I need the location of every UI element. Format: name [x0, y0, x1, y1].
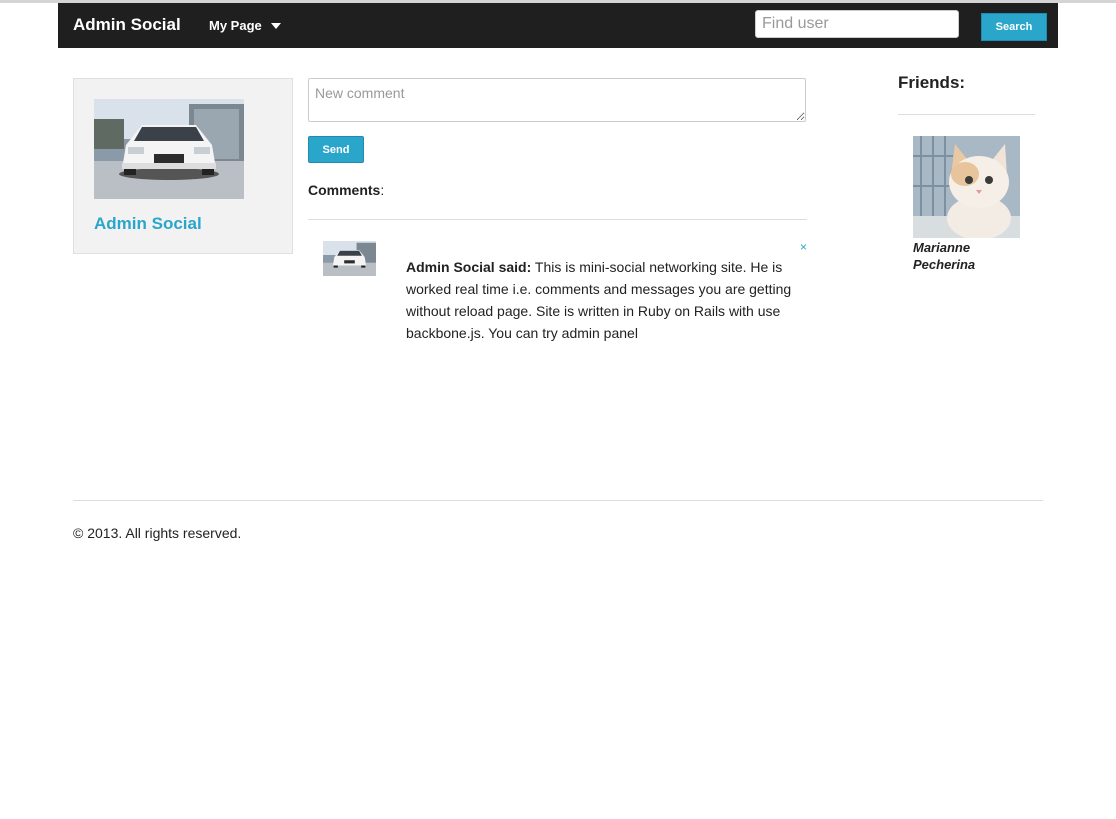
- kitten-photo[interactable]: [913, 136, 1020, 238]
- footer-copyright: © 2013. All rights reserved.: [73, 525, 242, 541]
- comment-avatar: [323, 241, 376, 276]
- comments-divider: [308, 219, 807, 220]
- comments-heading-label: Comments: [308, 182, 381, 198]
- caret-down-icon[interactable]: [271, 23, 281, 29]
- friend-name-link[interactable]: Marianne Pecherina: [913, 239, 1023, 273]
- brand-link[interactable]: Admin Social: [73, 15, 181, 35]
- search-button[interactable]: Search: [981, 13, 1047, 41]
- my-page-dropdown[interactable]: My Page: [209, 18, 262, 33]
- new-comment-input[interactable]: [308, 78, 806, 122]
- send-button[interactable]: Send: [308, 136, 364, 163]
- close-icon[interactable]: ×: [800, 240, 807, 254]
- car-photo[interactable]: [94, 99, 244, 199]
- comment-author: Admin Social said:: [406, 259, 532, 275]
- comments-heading: Comments:: [308, 182, 384, 198]
- footer-divider: [73, 500, 1043, 501]
- friends-divider: [898, 114, 1035, 115]
- profile-card: Admin Social: [73, 78, 293, 254]
- comments-heading-colon: :: [380, 182, 385, 198]
- comment-body: Admin Social said: This is mini-social n…: [406, 256, 801, 344]
- friends-title: Friends:: [898, 73, 966, 92]
- profile-name-link[interactable]: Admin Social: [94, 214, 202, 234]
- navbar: Admin Social My Page Search: [58, 3, 1058, 48]
- find-user-input[interactable]: [755, 10, 959, 38]
